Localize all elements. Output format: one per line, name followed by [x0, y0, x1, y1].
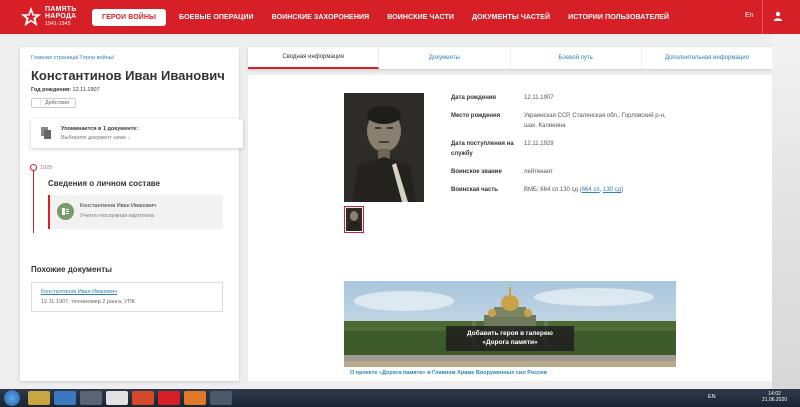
summary-panel: Дата рождения 12.11.1907 Место рождения … — [248, 75, 772, 381]
tab-documents[interactable]: Документы — [379, 47, 511, 69]
portrait-image — [344, 93, 424, 202]
page-background-right — [772, 34, 800, 389]
info-value: Украинская ССР, Сталинская обл., Горловс… — [524, 113, 666, 129]
birth-value: 12.11.1907 — [72, 87, 100, 93]
photo-thumbnail[interactable] — [344, 206, 364, 233]
firefox-icon[interactable] — [184, 391, 206, 405]
thumbnail-image — [346, 208, 362, 231]
mention-card: Упоминается в 1 документе: Выберите доку… — [31, 119, 243, 148]
record-name: Константинов Иван Иванович — [80, 203, 157, 209]
banner-caption: О проекте «Дорога памяти» в Главном Храм… — [344, 367, 676, 381]
info-value: 12.11.1907 — [524, 95, 554, 101]
tab-additional[interactable]: Дополнительная информация — [642, 47, 772, 69]
opera-icon[interactable] — [158, 391, 180, 405]
mention-title: Упоминается в 1 документе: — [61, 126, 139, 132]
cta-line2: «Дорога памяти» — [482, 339, 538, 346]
nav-operations[interactable]: БОЕВЫЕ ОПЕРАЦИИ — [170, 14, 263, 21]
banner-caption-link[interactable]: О проекте «Дорога памяти» в Главном Храм… — [350, 370, 547, 376]
person-sidebar: Главная страница/ Герои войны/ Константи… — [20, 47, 243, 381]
nav-burials[interactable]: ВОИНСКИЕ ЗАХОРОНЕНИЯ — [263, 14, 379, 21]
breadcrumb: Главная страница/ Герои войны/ — [31, 55, 115, 61]
actions-button[interactable]: ⋮ Действия — [31, 98, 77, 108]
logo-line2: НАРОДА — [45, 13, 77, 20]
similar-heading: Похожие документы — [31, 265, 112, 274]
breadcrumb-home[interactable]: Главная страница — [31, 55, 77, 61]
unit-prefix: ВМБ; 664 сп 130 сд ( — [524, 187, 582, 193]
tab-summary[interactable]: Сводная информация — [248, 47, 380, 69]
timeline-line — [33, 168, 34, 233]
start-button-icon[interactable] — [4, 390, 20, 406]
birth-label: Год рождения: — [31, 87, 71, 93]
logo-years: 1941-1945 — [45, 21, 71, 27]
info-row: Воинское звание лейтенант — [451, 167, 666, 177]
info-row: Место рождения Украинская ССР, Сталинска… — [451, 111, 666, 131]
nav-user-stories[interactable]: ИСТОРИИ ПОЛЬЗОВАТЕЛЕЙ — [559, 14, 678, 21]
record-card[interactable]: Константинов Иван Иванович Учетно-послуж… — [48, 195, 223, 229]
main-nav: ГЕРОИ ВОЙНЫ БОЕВЫЕ ОПЕРАЦИИ ВОИНСКИЕ ЗАХ… — [92, 8, 678, 26]
info-value: 12.11.1929 — [524, 141, 554, 147]
app-icon[interactable] — [132, 391, 154, 405]
unit-link-regiment[interactable]: 664 сп — [582, 187, 600, 193]
cta-line1: Добавить героя в галерею — [467, 330, 553, 337]
user-icon[interactable] — [773, 11, 783, 21]
record-card-icon — [57, 203, 74, 220]
info-label: Место рождения — [451, 113, 501, 119]
breadcrumb-section[interactable]: Герои войны — [80, 55, 112, 61]
tab-combat-path[interactable]: Боевой путь — [511, 47, 642, 69]
nav-units[interactable]: ВОИНСКИЕ ЧАСТИ — [378, 14, 463, 21]
page-title: Константинов Иван Иванович — [31, 68, 225, 83]
app-icon[interactable] — [54, 391, 76, 405]
media-player-icon[interactable] — [80, 391, 102, 405]
unit-link-division[interactable]: 130 сд — [603, 187, 621, 193]
app-icon[interactable] — [210, 391, 232, 405]
info-row-unit: Воинская часть ВМБ; 664 сп 130 сд (664 с… — [451, 185, 666, 195]
timeline-year: 1929 — [40, 165, 53, 171]
documents-icon — [41, 127, 51, 139]
person-photo[interactable] — [344, 93, 424, 202]
road-of-memory-banner[interactable]: Добавить героя в галерею «Дорога памяти» — [344, 281, 676, 377]
header-divider — [762, 0, 763, 34]
info-label: Воинская часть — [451, 187, 498, 193]
timeline-dot — [30, 164, 37, 171]
nav-heroes[interactable]: ГЕРОИ ВОЙНЫ — [92, 8, 166, 26]
similar-document-link[interactable]: Константинов Иван Иванович — [41, 289, 117, 295]
os-taskbar: EN 14:02 21.06.2020 — [0, 389, 800, 407]
similar-document-desc: 12.11.1907, техникомер 2 ранга, УПК — [41, 299, 135, 305]
info-label: Воинское звание — [451, 169, 502, 175]
birth-year: Год рождения: 12.11.1907 — [31, 87, 100, 93]
info-value-unit: ВМБ; 664 сп 130 сд (664 сп, 130 сд) — [524, 185, 666, 195]
chrome-icon[interactable] — [106, 391, 128, 405]
system-clock[interactable]: 14:02 21.06.2020 — [762, 391, 787, 403]
add-hero-gallery-button[interactable]: Добавить героя в галерею «Дорога памяти» — [446, 326, 574, 351]
timeline-heading: Сведения о личном составе — [48, 179, 161, 188]
mention-subtitle: Выберите документ ниже ↓ — [61, 135, 131, 141]
top-header: ПАМЯТЬ НАРОДА 1941-1945 ГЕРОИ ВОЙНЫ БОЕВ… — [0, 0, 800, 34]
logo-text: ПАМЯТЬ НАРОДА 1941-1945 — [45, 6, 76, 28]
site-logo[interactable]: ПАМЯТЬ НАРОДА 1941-1945 — [20, 6, 86, 28]
nav-unit-documents[interactable]: ДОКУМЕНТЫ ЧАСТЕЙ — [463, 14, 559, 21]
clock-date: 21.06.2020 — [762, 397, 788, 403]
logo-line1: ПАМЯТЬ — [45, 6, 77, 13]
info-row: Дата рождения 12.11.1907 — [451, 93, 666, 103]
input-language[interactable]: EN — [708, 394, 716, 400]
similar-document: Константинов Иван Иванович 12.11.1907, т… — [31, 282, 223, 312]
unit-suffix: ) — [621, 187, 624, 193]
person-tabs: Сводная информация Документы Боевой путь… — [248, 47, 772, 69]
info-label: Дата рождения — [451, 95, 497, 101]
star-logo-icon — [20, 6, 42, 27]
info-value: лейтенант — [524, 169, 553, 175]
record-type: Учетно-послужная картотека — [80, 213, 154, 219]
language-switch[interactable]: En — [745, 12, 754, 19]
info-row: Дата поступления на службу 12.11.1929 — [451, 139, 666, 159]
file-explorer-icon[interactable] — [28, 391, 50, 405]
person-info-table: Дата рождения 12.11.1907 Место рождения … — [451, 93, 666, 203]
info-label: Дата поступления на службу — [451, 141, 514, 157]
